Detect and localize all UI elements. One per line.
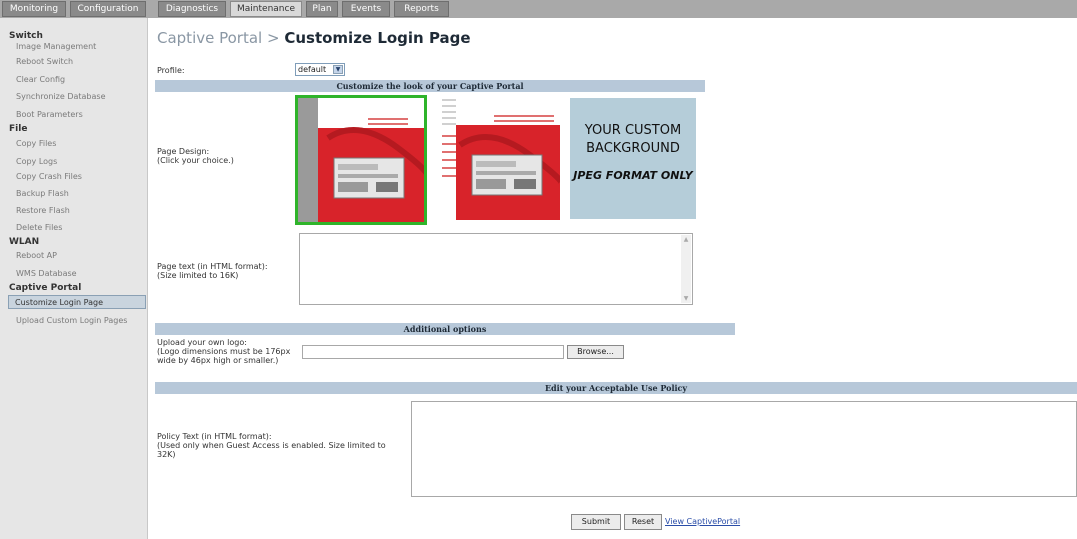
sidebar-item-boot-parameters[interactable]: Boot Parameters (0, 108, 147, 122)
sidebar-item-synchronize-database[interactable]: Synchronize Database (0, 90, 147, 104)
logo-upload-hint-2: wide by 46px high or smaller.) (157, 356, 279, 365)
reset-button[interactable]: Reset (624, 514, 662, 530)
sidebar: Switch Image Management Reboot Switch Cl… (0, 18, 148, 539)
sidebar-item-clear-config[interactable]: Clear Config (0, 73, 147, 87)
sidebar-item-upload-custom-login-pages[interactable]: Upload Custom Login Pages (0, 314, 147, 328)
page-text-scrollbar[interactable]: ▲ ▼ (681, 235, 691, 303)
sidebar-item-wms-database[interactable]: WMS Database (0, 267, 147, 281)
policy-section-header: Edit your Acceptable Use Policy (155, 382, 1077, 394)
sidebar-item-reboot-switch[interactable]: Reboot Switch (0, 55, 147, 69)
browse-button[interactable]: Browse... (567, 345, 624, 359)
sidebar-section-file: File (9, 124, 28, 134)
policy-textarea[interactable] (411, 401, 1077, 497)
sidebar-section-wlan: WLAN (9, 237, 40, 247)
tab-configuration[interactable]: Configuration (70, 1, 146, 17)
sidebar-item-copy-logs[interactable]: Copy Logs (0, 155, 147, 169)
sidebar-item-backup-flash[interactable]: Backup Flash (0, 187, 147, 201)
page-text-label: Page text (in HTML format): (157, 262, 268, 271)
scroll-up-icon[interactable]: ▲ (681, 235, 691, 244)
page-design-label: Page Design: (157, 147, 210, 156)
policy-text-hint-1: (Used only when Guest Access is enabled.… (157, 441, 386, 450)
logo-upload-label: Upload your own logo: (157, 338, 247, 347)
profile-select[interactable]: default ▼ (295, 63, 345, 76)
tab-monitoring[interactable]: Monitoring (2, 1, 66, 17)
custom-bg-line-3: JPEG FORMAT ONLY (573, 169, 693, 182)
sidebar-item-image-management[interactable]: Image Management (0, 40, 147, 54)
customize-section-header: Customize the look of your Captive Porta… (155, 80, 705, 92)
page-design-hint: (Click your choice.) (157, 156, 234, 165)
page-design-option-custom[interactable]: YOUR CUSTOM BACKGROUND JPEG FORMAT ONLY (570, 98, 696, 219)
custom-bg-line-1: YOUR CUSTOM (584, 123, 682, 138)
page-text-hint: (Size limited to 16K) (157, 271, 239, 280)
sidebar-item-restore-flash[interactable]: Restore Flash (0, 204, 147, 218)
sidebar-section-captive-portal: Captive Portal (9, 283, 82, 293)
page-title-current: Customize Login Page (284, 29, 471, 47)
tab-events[interactable]: Events (342, 1, 390, 17)
tab-plan[interactable]: Plan (306, 1, 338, 17)
policy-text-hint-2: 32K) (157, 450, 176, 459)
logo-file-input[interactable] (302, 345, 564, 359)
submit-button[interactable]: Submit (571, 514, 621, 530)
sidebar-item-reboot-ap[interactable]: Reboot AP (0, 249, 147, 263)
breadcrumb: Captive Portal > (157, 29, 280, 47)
top-navigation-bar: Monitoring Configuration Diagnostics Mai… (0, 0, 1077, 18)
page-design-option-2[interactable] (440, 95, 560, 220)
page-text-textarea[interactable]: ▲ ▼ (299, 233, 693, 305)
sidebar-item-delete-files[interactable]: Delete Files (0, 221, 147, 235)
profile-label: Profile: (157, 66, 185, 75)
view-captive-portal-link[interactable]: View CaptivePortal (665, 517, 740, 526)
chevron-down-icon: ▼ (333, 65, 343, 74)
sidebar-item-copy-crash-files[interactable]: Copy Crash Files (0, 170, 147, 184)
tab-reports[interactable]: Reports (394, 1, 449, 17)
design-preview-1-icon (298, 98, 424, 222)
design-preview-2-icon (440, 95, 560, 220)
additional-options-header: Additional options (155, 323, 735, 335)
tab-maintenance[interactable]: Maintenance (230, 1, 302, 17)
profile-select-value: default (298, 65, 327, 74)
sidebar-item-customize-login-page[interactable]: Customize Login Page (8, 295, 146, 309)
logo-upload-hint-1: (Logo dimensions must be 176px (157, 347, 291, 356)
tab-diagnostics[interactable]: Diagnostics (158, 1, 226, 17)
policy-text-label: Policy Text (in HTML format): (157, 432, 272, 441)
scroll-down-icon[interactable]: ▼ (681, 294, 691, 303)
page-design-option-1[interactable] (295, 95, 427, 225)
page-title: Captive Portal > Customize Login Page (157, 29, 471, 47)
custom-bg-line-2: BACKGROUND (586, 141, 680, 156)
sidebar-item-copy-files[interactable]: Copy Files (0, 137, 147, 151)
